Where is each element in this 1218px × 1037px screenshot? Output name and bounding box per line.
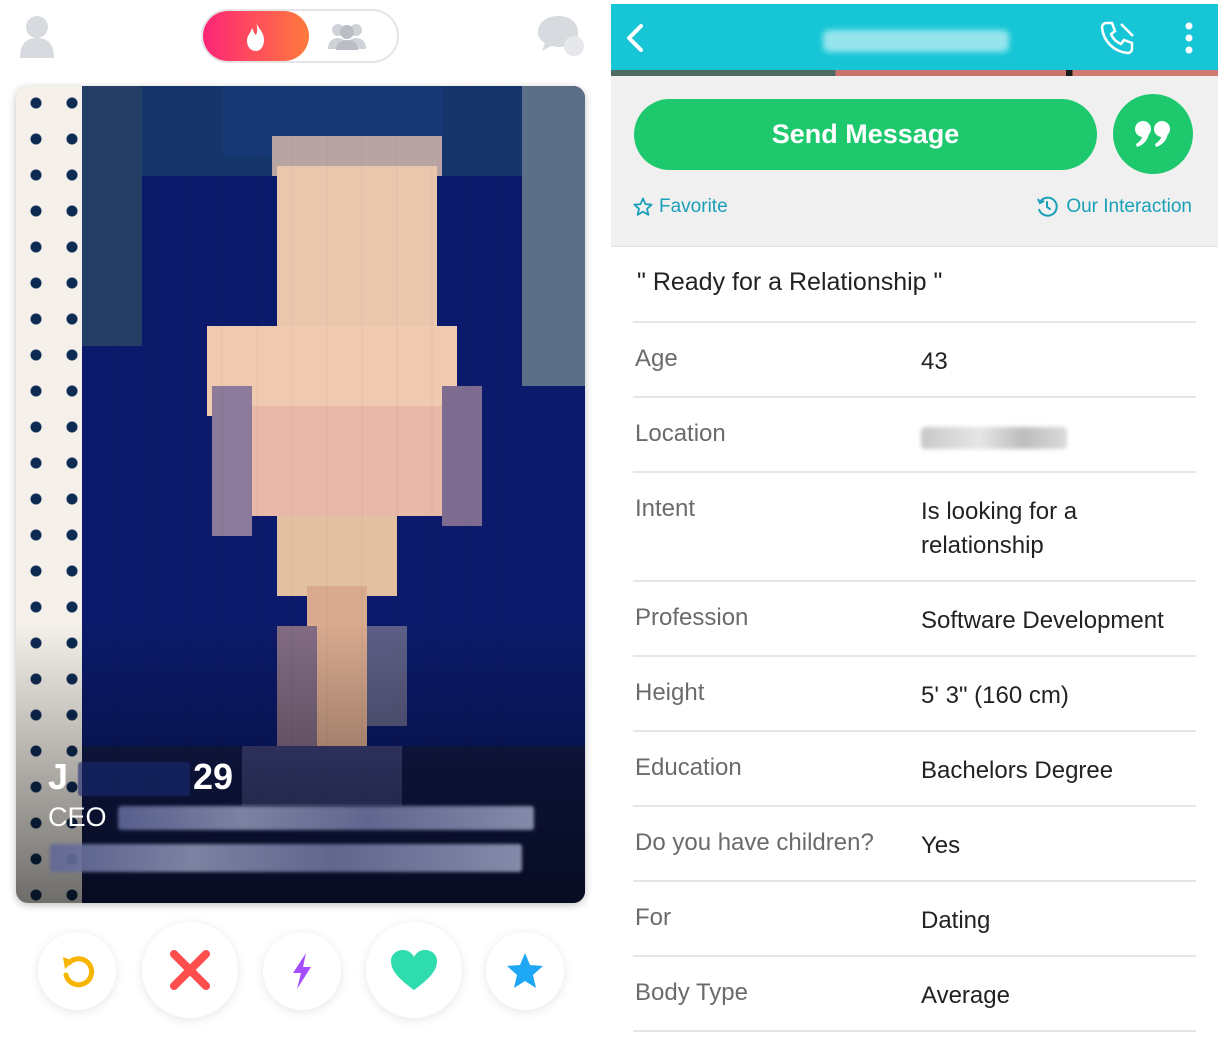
redacted-name [78,762,190,796]
send-message-button[interactable]: Send Message [634,99,1097,170]
profile-details-list: Age 43 Location Intent Is looking for a … [633,321,1196,1032]
heart-icon [391,950,437,990]
detail-row-age: Age 43 [633,323,1196,398]
card-name: J [48,756,70,797]
detail-value: Is looking for a relationship [921,498,1078,559]
swipe-app-screen: J 29 CEO [0,0,602,1037]
profile-tagline: " Ready for a Relationship " [637,268,943,296]
profile-card[interactable]: J 29 CEO [16,86,585,903]
detail-row-for: For Dating [633,882,1196,957]
detail-label: Height [635,679,705,706]
detail-row-education: Education Bachelors Degree [633,732,1196,807]
lightning-icon [293,953,311,989]
redacted-location [921,426,1067,449]
history-clock-icon [1037,196,1058,217]
detail-value [921,420,1196,471]
more-options-icon[interactable] [1177,18,1201,58]
phone-call-icon[interactable] [1097,18,1137,58]
profile-details-screen: Send Message Favorite Our Interaction " … [611,0,1218,1037]
favorite-link[interactable]: Favorite [633,196,728,218]
detail-value: Average [921,982,1010,1009]
detail-label: Age [635,345,678,372]
x-icon [170,950,210,990]
detail-row-body-type: Body Type Average [633,957,1196,1032]
detail-value: Bachelors Degree [921,757,1114,784]
detail-label: Location [635,420,726,447]
rewind-button[interactable] [38,932,116,1010]
detail-value: 5' 3" (160 cm) [921,682,1069,709]
flame-icon [247,21,264,51]
mode-toggle[interactable] [201,9,399,63]
tab-dating[interactable] [203,11,309,61]
card-job-title: CEO [48,802,107,832]
star-outline-icon [633,197,653,216]
nope-button[interactable] [142,922,238,1018]
redacted-header-title [823,30,1009,52]
detail-label: For [635,904,671,931]
detail-value: 43 [921,348,948,375]
quote-icon [1135,121,1170,147]
quote-button[interactable] [1113,94,1193,174]
boost-button[interactable] [263,932,341,1010]
card-age: 29 [193,756,234,797]
detail-label: Do you have children? [635,829,874,856]
chat-bubbles-icon[interactable] [536,14,586,58]
rewind-icon [63,956,95,988]
our-interaction-link[interactable]: Our Interaction [1036,196,1192,218]
action-area: Send Message Favorite Our Interaction [611,76,1218,247]
detail-label: Intent [635,495,696,522]
super-like-button[interactable] [486,932,564,1010]
redacted-company [118,806,534,830]
detail-row-location: Location [633,398,1196,473]
detail-row-height: Height 5' 3" (160 cm) [633,657,1196,732]
detail-value: Dating [921,907,991,934]
like-button[interactable] [366,922,462,1018]
detail-label: Education [635,754,742,781]
favorite-label: Favorite [659,196,728,217]
back-arrow-icon[interactable] [619,18,653,58]
detail-row-children: Do you have children? Yes [633,807,1196,882]
interaction-label: Our Interaction [1066,196,1192,217]
detail-label: Profession [635,604,749,631]
group-icon[interactable] [325,21,369,51]
star-icon [507,953,543,988]
detail-row-profession: Profession Software Development [633,582,1196,657]
redacted-school [50,844,522,872]
detail-value: Yes [921,832,961,859]
detail-value: Software Development [921,607,1164,634]
detail-label: Body Type [635,979,748,1006]
app-header [611,4,1218,74]
detail-row-intent: Intent Is looking for a relationship [633,473,1196,582]
profile-icon[interactable] [18,14,56,60]
